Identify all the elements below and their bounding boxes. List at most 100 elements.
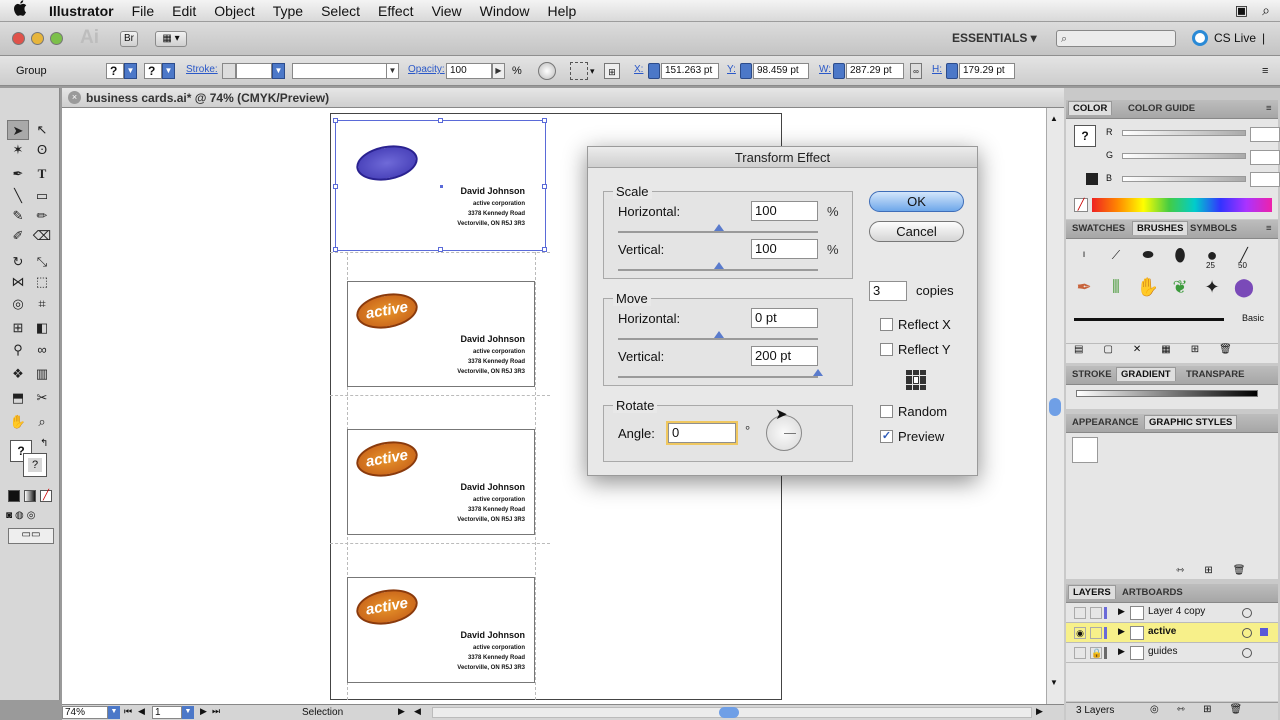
brush-grass-icon[interactable]: ⦀ <box>1102 273 1130 301</box>
lasso-tool-icon[interactable]: ʘ <box>31 140 53 160</box>
fill-dropdown[interactable]: ▼ <box>124 63 137 79</box>
direct-selection-tool-icon[interactable]: ↖ <box>31 120 53 140</box>
eyedropper-tool-icon[interactable]: ⚲ <box>7 340 29 360</box>
tab-color-guide[interactable]: COLOR GUIDE <box>1128 103 1195 114</box>
scale-horizontal-slider-thumb[interactable] <box>714 224 724 231</box>
reflect-y-label[interactable]: Reflect Y <box>898 342 951 357</box>
g-input[interactable] <box>1250 150 1280 165</box>
scale-vertical-slider-thumb[interactable] <box>714 262 724 269</box>
none-color-icon[interactable]: ╱ <box>1074 198 1088 212</box>
zoom-tool-icon[interactable]: ⌕ <box>31 412 53 432</box>
tab-swatches[interactable]: SWATCHES <box>1072 223 1125 234</box>
free-transform-tool-icon[interactable]: ⬚ <box>31 272 53 292</box>
w-input[interactable]: 287.29 pt <box>846 63 904 79</box>
y-spinner[interactable] <box>740 63 752 79</box>
menu-edit[interactable]: Edit <box>163 3 205 19</box>
w-label[interactable]: W: <box>819 64 831 75</box>
scale-vertical-input[interactable]: 100 <box>751 239 818 259</box>
opacity-label[interactable]: Opacity: <box>408 64 445 75</box>
artboard-number-input[interactable]: 1 <box>152 706 182 719</box>
artboard-dropdown[interactable]: ▼ <box>182 706 194 719</box>
brushes-panel-menu-icon[interactable]: ≡ <box>1266 223 1272 234</box>
r-input[interactable] <box>1250 127 1280 142</box>
b-slider[interactable] <box>1122 176 1246 182</box>
x-input[interactable]: 151.263 pt <box>661 63 719 79</box>
layer-name[interactable]: Layer 4 copy <box>1148 606 1205 617</box>
graphic-styles-footer-icons[interactable]: ⇿⊞🗑 <box>1176 565 1265 576</box>
expand-layer-icon[interactable]: ▶ <box>1118 606 1125 617</box>
status-mode[interactable]: Selection <box>302 707 343 718</box>
tab-appearance[interactable]: APPEARANCE <box>1072 417 1139 428</box>
y-label[interactable]: Y: <box>727 64 736 75</box>
layer-target-icon[interactable] <box>1242 608 1252 618</box>
control-panel-menu-icon[interactable]: ≡ <box>1262 63 1268 79</box>
reference-point-locator[interactable] <box>906 370 926 390</box>
menu-type[interactable]: Type <box>264 3 312 19</box>
previous-artboard-button[interactable]: ◀ <box>138 706 145 717</box>
shape-builder-tool-icon[interactable]: ◎ <box>7 294 29 314</box>
stroke-color-dropdown[interactable]: ▼ <box>162 63 175 79</box>
tab-brushes[interactable]: BRUSHES <box>1132 221 1189 235</box>
tab-layers[interactable]: LAYERS <box>1068 585 1116 599</box>
none-mode-icon[interactable]: ╱ <box>40 490 52 502</box>
color-stroke-swatch[interactable] <box>1086 173 1098 185</box>
layer-target-icon[interactable] <box>1242 628 1252 638</box>
vertical-scrollbar[interactable]: ▲ ▼ <box>1046 108 1064 704</box>
horizontal-scroll-thumb[interactable] <box>719 707 739 718</box>
first-artboard-button[interactable]: ⏮ <box>124 706 132 717</box>
line-segment-tool-icon[interactable]: ╲ <box>7 186 29 206</box>
bridge-button[interactable]: Br <box>120 31 138 47</box>
resize-handle[interactable] <box>542 118 547 123</box>
scale-horizontal-slider[interactable] <box>618 231 818 233</box>
scale-horizontal-input[interactable]: 100 <box>751 201 818 221</box>
layer-row[interactable]: ◉ ▶ active <box>1066 623 1278 643</box>
type-tool-icon[interactable]: T <box>31 164 53 184</box>
document-tab[interactable]: × business cards.ai* @ 74% (CMYK/Preview… <box>62 88 1064 108</box>
close-window-button[interactable] <box>12 32 25 45</box>
swap-fill-stroke-icon[interactable]: ↰ <box>40 438 48 449</box>
tab-gradient[interactable]: GRADIENT <box>1116 367 1176 381</box>
brush-dot-icon[interactable]: ı <box>1070 241 1098 269</box>
reflect-x-checkbox[interactable] <box>880 318 893 331</box>
scale-tool-icon[interactable]: ⤡ <box>31 252 53 272</box>
scroll-up-icon[interactable]: ▲ <box>1050 114 1058 123</box>
layer-target-icon[interactable] <box>1242 648 1252 658</box>
zoom-level-input[interactable]: 74% <box>62 706 108 719</box>
color-spectrum[interactable] <box>1092 198 1272 212</box>
stroke-weight-input[interactable] <box>236 63 272 79</box>
transform-reference-icon[interactable]: ⊞ <box>604 63 620 79</box>
width-tool-icon[interactable]: ⋈ <box>7 272 29 292</box>
opacity-arrow[interactable]: ▶ <box>492 63 505 79</box>
close-document-icon[interactable]: × <box>68 91 81 104</box>
layer-name[interactable]: guides <box>1148 646 1177 657</box>
magic-wand-tool-icon[interactable]: ✶ <box>7 140 29 160</box>
resize-handle[interactable] <box>333 118 338 123</box>
brush-leaf-icon[interactable]: ❦ <box>1166 273 1194 301</box>
help-search-input[interactable]: ⌕ <box>1056 30 1176 47</box>
menu-effect[interactable]: Effect <box>369 3 423 19</box>
move-vertical-slider-thumb[interactable] <box>813 369 823 376</box>
resize-handle[interactable] <box>542 247 547 252</box>
mesh-tool-icon[interactable]: ⊞ <box>7 318 29 338</box>
menu-file[interactable]: File <box>123 3 164 19</box>
resize-handle[interactable] <box>438 118 443 123</box>
business-card[interactable]: active David Johnson active corporation … <box>347 429 535 535</box>
resize-handle[interactable] <box>333 247 338 252</box>
random-checkbox[interactable] <box>880 405 893 418</box>
layer-lock-toggle[interactable] <box>1090 607 1102 619</box>
menu-view[interactable]: View <box>423 3 471 19</box>
cs-live-button[interactable]: CS Live | <box>1192 30 1265 46</box>
x-label[interactable]: X: <box>634 64 643 75</box>
pencil-tool-icon[interactable]: ✏ <box>31 206 53 226</box>
tab-color[interactable]: COLOR <box>1068 101 1113 115</box>
paintbrush-tool-icon[interactable]: ✎ <box>7 206 29 226</box>
reference-point-dropdown[interactable]: ▾ <box>590 63 595 79</box>
default-graphic-style[interactable] <box>1072 437 1098 463</box>
gradient-mode-icon[interactable] <box>24 490 36 502</box>
minimize-window-button[interactable] <box>31 32 44 45</box>
drawing-mode-icons[interactable]: ◙◍◎ <box>6 510 54 524</box>
layer-visibility-eye-icon[interactable]: ◉ <box>1074 627 1086 639</box>
expand-layer-icon[interactable]: ▶ <box>1118 626 1125 637</box>
layer-visibility-toggle[interactable] <box>1074 647 1086 659</box>
camera-icon[interactable]: ▣ <box>1235 2 1248 19</box>
